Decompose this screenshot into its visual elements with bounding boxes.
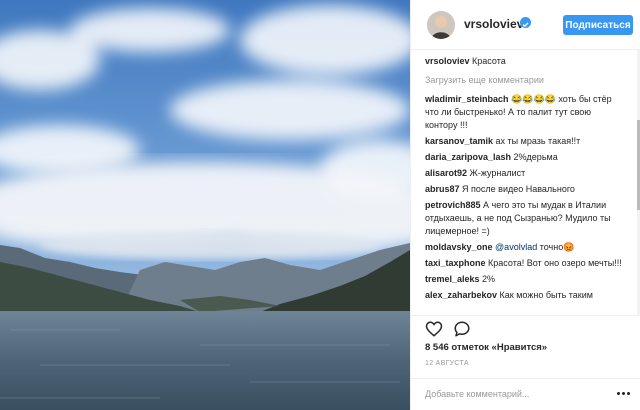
follow-button[interactable]: Подписаться [563,15,633,35]
caption: vrsoloviev Красота [425,55,625,68]
avatar[interactable] [427,11,455,39]
more-options-icon[interactable] [616,388,632,400]
comment-input[interactable] [425,385,600,403]
comment-text: точно😡 [537,242,575,252]
comment-item: abrus87 Я после видео Навального [425,183,625,196]
likes-count[interactable]: 8 546 отметок «Нравится» [425,342,547,353]
comment-username[interactable]: moldavsky_one [425,242,493,252]
comment-username[interactable]: alisarot92 [425,168,467,178]
comment-item: wladimir_steinbach 😂😂😂😂 хоть бы стёр что… [425,93,625,132]
comment-item: tremel_aleks 2% [425,273,625,286]
heart-icon[interactable] [425,320,443,338]
comment-text: Красота! Вот оно озеро мечты!!! [485,258,622,268]
comment-username[interactable]: petrovich885 [425,200,481,210]
post-date[interactable]: 12 АВГУСТА [425,360,469,367]
lake-landscape-image [0,0,410,410]
comment-item: petrovich885 А чего это ты мудак в Итали… [425,199,625,238]
comments-list[interactable]: vrsoloviev Красота Загрузить еще коммент… [425,55,625,317]
comment-mention[interactable]: @avolvlad [495,242,537,252]
post-sidebar: vrsoloviev Подписаться vrsoloviev Красот… [410,0,640,410]
caption-username[interactable]: vrsoloviev [425,56,470,66]
add-comment-bar [411,378,640,410]
comment-username[interactable]: taxi_taxphone [425,258,486,268]
comment-text: 2% [479,274,496,284]
comment-username[interactable]: wladimir_steinbach [425,94,509,104]
comment-username[interactable]: karsanov_tamik [425,136,493,146]
comment-username[interactable]: abrus87 [425,184,460,194]
comment-item: taxi_taxphone Красота! Вот оно озеро меч… [425,257,625,270]
comment-username[interactable]: alex_zaharbekov [425,290,497,300]
comment-username[interactable]: tremel_aleks [425,274,480,284]
post-photo[interactable] [0,0,410,410]
caption-text: Красота [472,56,506,66]
comment-icon[interactable] [453,320,471,338]
instagram-post: vrsoloviev Подписаться vrsoloviev Красот… [0,0,640,410]
comment-text: Как можно быть таким [497,290,593,300]
author-username[interactable]: vrsoloviev [464,17,523,31]
action-bar [411,315,640,342]
avatar-photo-icon [427,11,455,39]
likes-suffix: «Нравится» [488,342,548,353]
comment-text: 2%дерьма [511,152,558,162]
comment-item: daria_zaripova_lash 2%дерьма [425,151,625,164]
load-more-comments-link[interactable]: Загрузить еще комментарии [425,74,625,87]
comment-item: alisarot92 Ж-журналист [425,167,625,180]
verified-badge-icon [520,17,531,28]
likes-number: 8 546 отметок [425,342,489,353]
comment-text: ах ты мразь такая!!т [493,136,581,146]
comment-item: karsanov_tamik ах ты мразь такая!!т [425,135,625,148]
comment-text: Я после видео Навального [459,184,575,194]
comment-username[interactable]: daria_zaripova_lash [425,152,511,162]
comment-item: alex_zaharbekov Как можно быть таким [425,289,625,302]
post-header: vrsoloviev Подписаться [411,0,640,50]
comment-text: Ж-журналист [467,168,526,178]
comment-item: moldavsky_one @avolvlad точно😡 [425,241,625,254]
